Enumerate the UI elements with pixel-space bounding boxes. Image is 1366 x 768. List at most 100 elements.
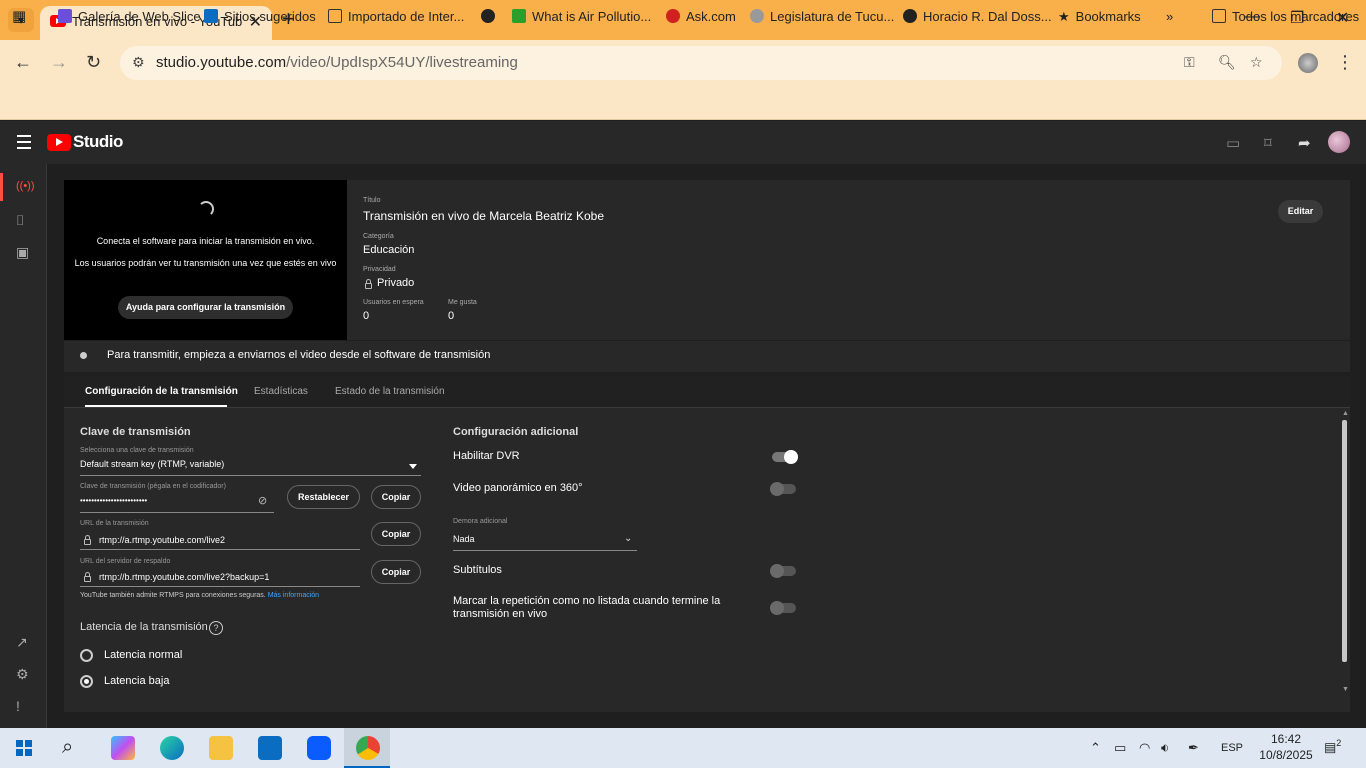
additional-settings-title: Configuración adicional bbox=[453, 426, 579, 438]
url-text[interactable]: studio.youtube.com/video/UpdIspX54UY/liv… bbox=[156, 54, 518, 71]
dvr-toggle[interactable] bbox=[772, 450, 798, 464]
windows-start-icon[interactable] bbox=[16, 740, 32, 756]
panoramic-toggle[interactable] bbox=[770, 482, 796, 496]
zoom-icon[interactable]: 🔍︎ bbox=[1218, 54, 1236, 71]
camera-icon[interactable]: ⌷ bbox=[16, 212, 24, 229]
file-explorer-icon[interactable] bbox=[209, 736, 233, 760]
bookmark-item[interactable]: Horacio R. Dal Doss... bbox=[903, 9, 1052, 24]
bookmark-item[interactable] bbox=[481, 9, 501, 24]
bookmark-item[interactable]: What is Air Pollutio... bbox=[512, 9, 651, 24]
bookmark-item[interactable]: ★ Bookmarks bbox=[1058, 9, 1141, 25]
privacy-lock-icon bbox=[365, 279, 372, 289]
tab-stream-health[interactable]: Estado de la transmisión bbox=[335, 386, 445, 397]
live-stream-icon[interactable]: ((•)) bbox=[16, 180, 35, 192]
copy-key-button[interactable]: Copiar bbox=[371, 485, 421, 509]
scroll-up-icon[interactable]: ▲ bbox=[1342, 410, 1349, 417]
notifications-icon[interactable]: ▤2 bbox=[1324, 738, 1346, 758]
stream-url-field[interactable]: rtmp://a.rtmp.youtube.com/live2 bbox=[99, 535, 225, 545]
scrollbar-thumb[interactable] bbox=[1342, 420, 1347, 662]
help-icon[interactable]: ? bbox=[209, 621, 223, 635]
rail-active-indicator bbox=[0, 173, 3, 201]
delay-select[interactable]: Nada bbox=[453, 534, 475, 544]
privacy-value: Privado bbox=[377, 277, 415, 289]
loading-spinner-icon bbox=[198, 201, 214, 217]
share-icon[interactable]: ➦ bbox=[1298, 134, 1311, 152]
forward-icon[interactable]: → bbox=[50, 52, 68, 73]
setup-help-button[interactable]: Ayuda para configurar la transmisión bbox=[118, 296, 293, 319]
status-message: Para transmitir, empieza a enviarnos el … bbox=[107, 349, 491, 361]
bookmark-item[interactable]: Sitios sugeridos bbox=[204, 9, 316, 24]
bookmark-icon[interactable]: ⌑ bbox=[1264, 134, 1272, 152]
site-info-icon[interactable]: ⚙ bbox=[132, 54, 145, 71]
rtmps-hint: YouTube también admite RTMPS para conexi… bbox=[80, 592, 320, 599]
category-label: Categoría bbox=[363, 233, 394, 240]
all-bookmarks-folder[interactable]: Todos los marcadores bbox=[1212, 9, 1359, 24]
dropdown-arrow-icon[interactable] bbox=[409, 464, 417, 469]
omnibox[interactable]: ⚙ studio.youtube.com/video/UpdIspX54UY/l… bbox=[120, 46, 1282, 80]
external-link-icon[interactable]: ↗ bbox=[16, 634, 28, 651]
backup-url-field[interactable]: rtmp://b.rtmp.youtube.com/live2?backup=1 bbox=[99, 572, 269, 582]
copy-backup-button[interactable]: Copiar bbox=[371, 560, 421, 584]
volume-icon[interactable]: 🔉︎ bbox=[1161, 740, 1169, 756]
battery-icon[interactable]: ▭ bbox=[1114, 740, 1126, 756]
bookmark-folder[interactable]: Importado de Inter... bbox=[328, 9, 464, 24]
apps-grid-icon[interactable]: ▦ bbox=[12, 7, 26, 25]
unlisted-toggle[interactable] bbox=[770, 601, 796, 615]
key-underline bbox=[80, 512, 274, 513]
active-tab-underline bbox=[85, 405, 227, 407]
more-info-link[interactable]: Más información bbox=[268, 592, 319, 599]
edit-button[interactable]: Editar bbox=[1278, 200, 1323, 223]
tab-statistics[interactable]: Estadísticas bbox=[254, 386, 308, 397]
clock[interactable]: 16:42 10/8/2025 bbox=[1256, 731, 1316, 763]
waiting-users-label: Usuarios en espera bbox=[363, 299, 424, 306]
settings-gear-icon[interactable]: ⚙ bbox=[16, 666, 29, 683]
calendar-icon[interactable]: ▣ bbox=[16, 244, 29, 261]
reload-icon[interactable]: ↻ bbox=[86, 52, 101, 73]
stream-key-select-label: Selecciona una clave de transmisión bbox=[80, 447, 194, 454]
radio-latency-low[interactable] bbox=[80, 675, 93, 688]
account-avatar[interactable] bbox=[1328, 131, 1350, 153]
stream-key-select[interactable]: Default stream key (RTMP, variable) bbox=[80, 459, 224, 469]
edge-icon[interactable] bbox=[160, 736, 184, 760]
bookmark-item[interactable]: Ask.com bbox=[666, 9, 736, 24]
tab-stream-settings[interactable]: Configuración de la transmisión bbox=[85, 386, 238, 397]
copy-url-button[interactable]: Copiar bbox=[371, 522, 421, 546]
radio-latency-normal[interactable] bbox=[80, 649, 93, 662]
title-label: Título bbox=[363, 197, 381, 204]
stream-title: Transmisión en vivo de Marcela Beatriz K… bbox=[363, 209, 604, 223]
wifi-icon[interactable]: ◠ bbox=[1139, 740, 1150, 756]
studio-logo-text[interactable]: Studio bbox=[73, 132, 123, 152]
password-key-icon[interactable]: ⚿ bbox=[1184, 54, 1195, 71]
more-bookmarks-icon[interactable]: » bbox=[1166, 9, 1173, 24]
panoramic-label: Video panorámico en 360° bbox=[453, 482, 583, 494]
hidden-eye-icon[interactable]: ⊘ bbox=[258, 494, 267, 507]
reset-button[interactable]: Restablecer bbox=[287, 485, 360, 509]
zoom-app-icon[interactable] bbox=[307, 736, 331, 760]
menu-icon[interactable] bbox=[17, 135, 31, 153]
film-icon[interactable]: ▭ bbox=[1226, 134, 1240, 152]
scroll-down-icon[interactable]: ▼ bbox=[1342, 686, 1349, 693]
feedback-icon[interactable]: ! bbox=[16, 698, 20, 714]
browser-menu-icon[interactable]: ⋮ bbox=[1336, 52, 1354, 73]
chevron-down-icon[interactable]: ⌄ bbox=[624, 533, 632, 544]
tray-chevron-icon[interactable]: ⌃ bbox=[1090, 740, 1101, 756]
preview-connect-text: Conecta el software para iniciar la tran… bbox=[96, 236, 315, 246]
bookmark-item[interactable]: Galería de Web Slice bbox=[58, 9, 201, 24]
bookmark-star-icon[interactable]: ☆ bbox=[1250, 54, 1263, 71]
profile-avatar[interactable] bbox=[1298, 53, 1318, 73]
folder-icon bbox=[328, 9, 342, 23]
copilot-icon[interactable] bbox=[111, 736, 135, 760]
search-icon[interactable]: ⌕ bbox=[62, 736, 73, 759]
url-lock-icon bbox=[84, 535, 91, 545]
subtitles-toggle[interactable] bbox=[770, 564, 796, 578]
chrome-icon[interactable] bbox=[356, 736, 380, 760]
air-icon bbox=[512, 9, 526, 23]
stream-key-field[interactable]: •••••••••••••••••••••••• bbox=[80, 496, 147, 505]
youtube-logo-icon[interactable] bbox=[47, 134, 71, 151]
language-indicator[interactable]: ESP bbox=[1221, 742, 1243, 754]
outlook-icon[interactable] bbox=[258, 736, 282, 760]
bookmark-item[interactable]: Legislatura de Tucu... bbox=[750, 9, 894, 24]
latency-title: Latencia de la transmisión bbox=[80, 621, 208, 633]
back-icon[interactable]: ← bbox=[14, 52, 32, 73]
pen-icon[interactable]: ✒ bbox=[1188, 740, 1199, 756]
